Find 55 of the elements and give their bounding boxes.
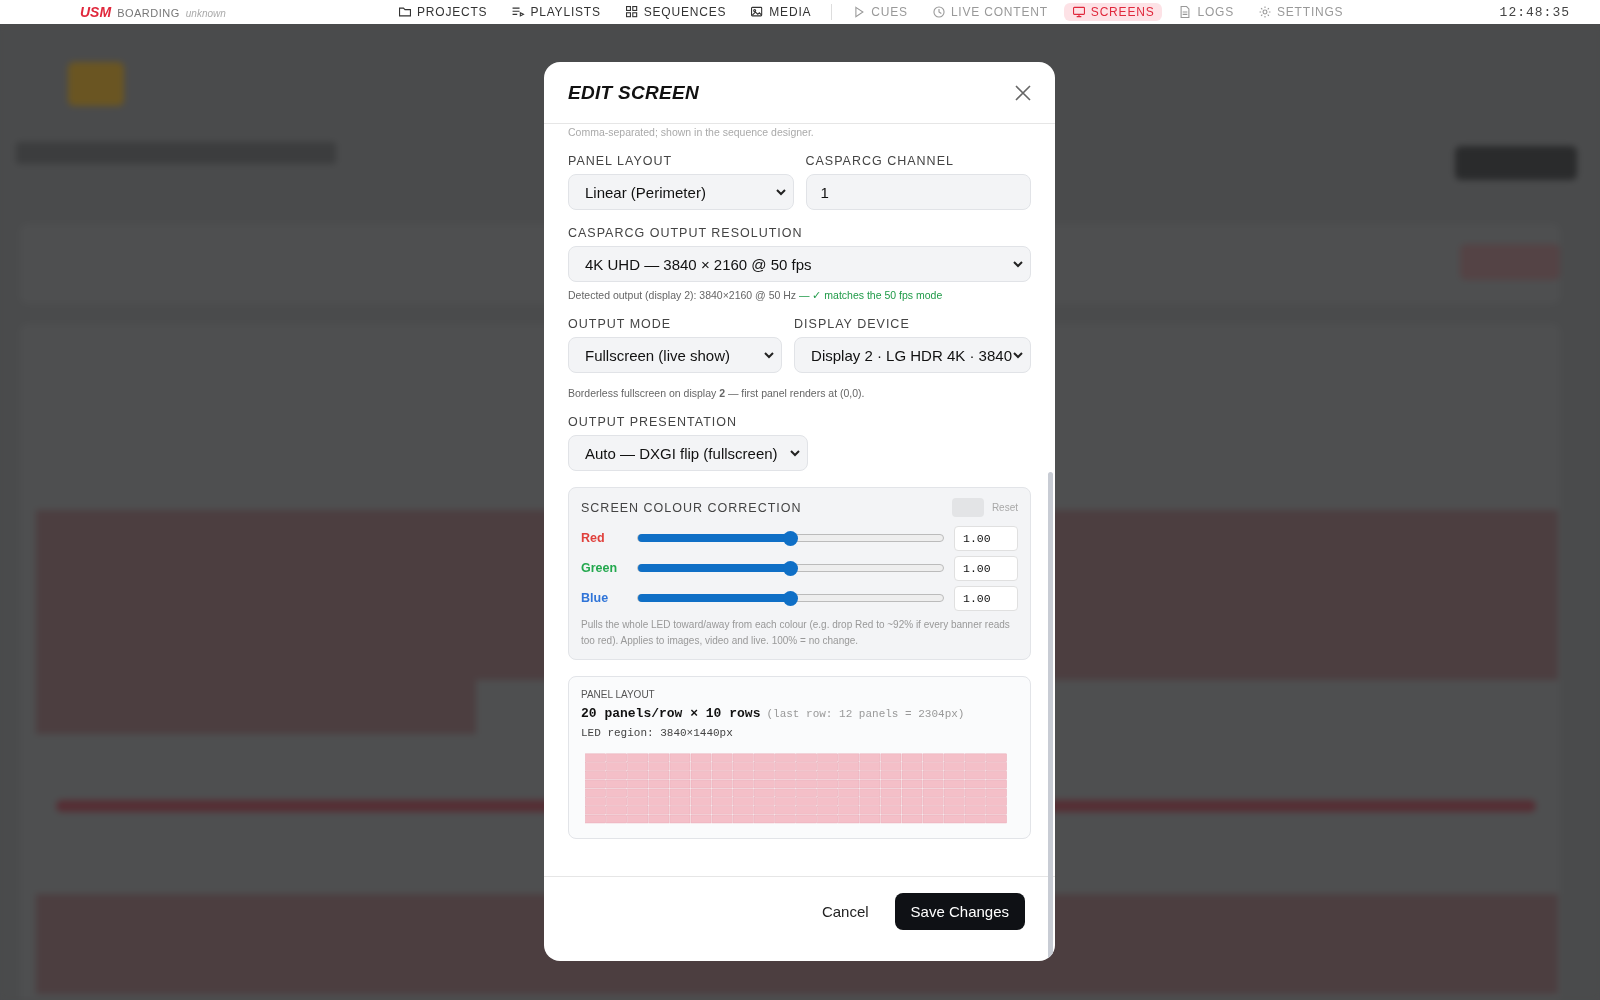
- chevron-down-icon: [1012, 349, 1024, 361]
- settings-icon: [1258, 5, 1272, 19]
- section-label: PANEL LAYOUT: [581, 689, 656, 700]
- value-field[interactable]: 1.00: [954, 585, 1018, 611]
- dropdown[interactable]: Linear (Perimeter): [568, 174, 794, 210]
- nav-tab[interactable]: MEDIA: [742, 3, 820, 21]
- nav-tab[interactable]: SEQUENCES: [616, 3, 735, 21]
- channel-label: Green: [581, 561, 619, 575]
- chevron-down-icon: [763, 349, 776, 361]
- dropdown[interactable]: Auto — DXGI flip (fullscreen): [568, 435, 808, 471]
- grid-icon: [624, 5, 639, 19]
- save-button[interactable]: Save Changes: [894, 892, 1025, 930]
- dropdown[interactable]: Display 2 · LG HDR 4K · 3840: [794, 337, 1031, 373]
- folder-icon: [398, 5, 412, 19]
- channel-label: Red: [581, 531, 606, 545]
- led-region-text: LED region: 3840×1440px: [581, 727, 734, 739]
- field-label: OUTPUT MODE: [568, 317, 673, 331]
- help-text: Pulls the whole LED toward/away from each colour (e.g. drop Red to ~92% if every banner reads too red). Applies to images, video and live. 100% = no change.: [581, 618, 1011, 648]
- app-logo: USM: [80, 4, 112, 20]
- image-icon: [750, 5, 765, 19]
- cancel-button[interactable]: Cancel: [809, 894, 881, 928]
- section-title: SCREEN COLOUR CORRECTION: [581, 500, 802, 515]
- nav-tab[interactable]: PROJECTS: [390, 3, 496, 21]
- field-label: DISPLAY DEVICE: [794, 317, 911, 331]
- dialog-title: EDIT SCREEN: [568, 81, 700, 104]
- slider-thumb[interactable]: [783, 560, 798, 576]
- nav-tab[interactable]: SCREENS: [1063, 3, 1163, 21]
- field-hint: Comma-separated; shown in the sequence designer.: [568, 126, 815, 138]
- chevron-down-icon: [789, 447, 801, 459]
- field-hint: Borderless fullscreen on display 2 — first panel renders at (0,0).: [568, 387, 866, 399]
- chevron-down-icon: [774, 186, 787, 198]
- layout-detail: (last row: 12 panels = 2304px): [766, 708, 965, 720]
- dropdown[interactable]: 4K UHD — 3840 × 2160 @ 50 fps: [568, 246, 1031, 282]
- field-label: OUTPUT PRESENTATION: [568, 415, 738, 429]
- chevron-down-icon: [1012, 258, 1024, 270]
- monitor-icon: [1071, 5, 1086, 19]
- input-field[interactable]: 1: [805, 174, 1031, 210]
- nav-tab[interactable]: PLAYLISTS: [503, 3, 609, 21]
- field-hint: Detected output (display 2): 3840×2160 @ 50 Hz — ✓ matches the 50 fps mode: [568, 289, 944, 301]
- slider-thumb[interactable]: [783, 590, 798, 606]
- field-label: PANEL LAYOUT: [568, 154, 674, 168]
- clock-time: 12:48:35: [1499, 4, 1570, 20]
- field-label: CASPARCG CHANNEL: [805, 154, 955, 168]
- venue-name: unknown: [185, 8, 226, 19]
- document-icon: [1178, 5, 1193, 19]
- app-name: BOARDING: [117, 7, 180, 19]
- channel-label: Blue: [581, 591, 610, 605]
- value-field[interactable]: 1.00: [954, 525, 1018, 551]
- slider-thumb[interactable]: [783, 530, 798, 546]
- layout-summary: 20 panels/row × 10 rows: [581, 706, 761, 721]
- dropdown[interactable]: Fullscreen (live show): [568, 337, 783, 373]
- value-field[interactable]: 1.00: [954, 555, 1018, 581]
- field-label: CASPARCG OUTPUT RESOLUTION: [568, 226, 804, 240]
- clock-icon: [931, 5, 946, 19]
- playlist-icon: [511, 5, 526, 19]
